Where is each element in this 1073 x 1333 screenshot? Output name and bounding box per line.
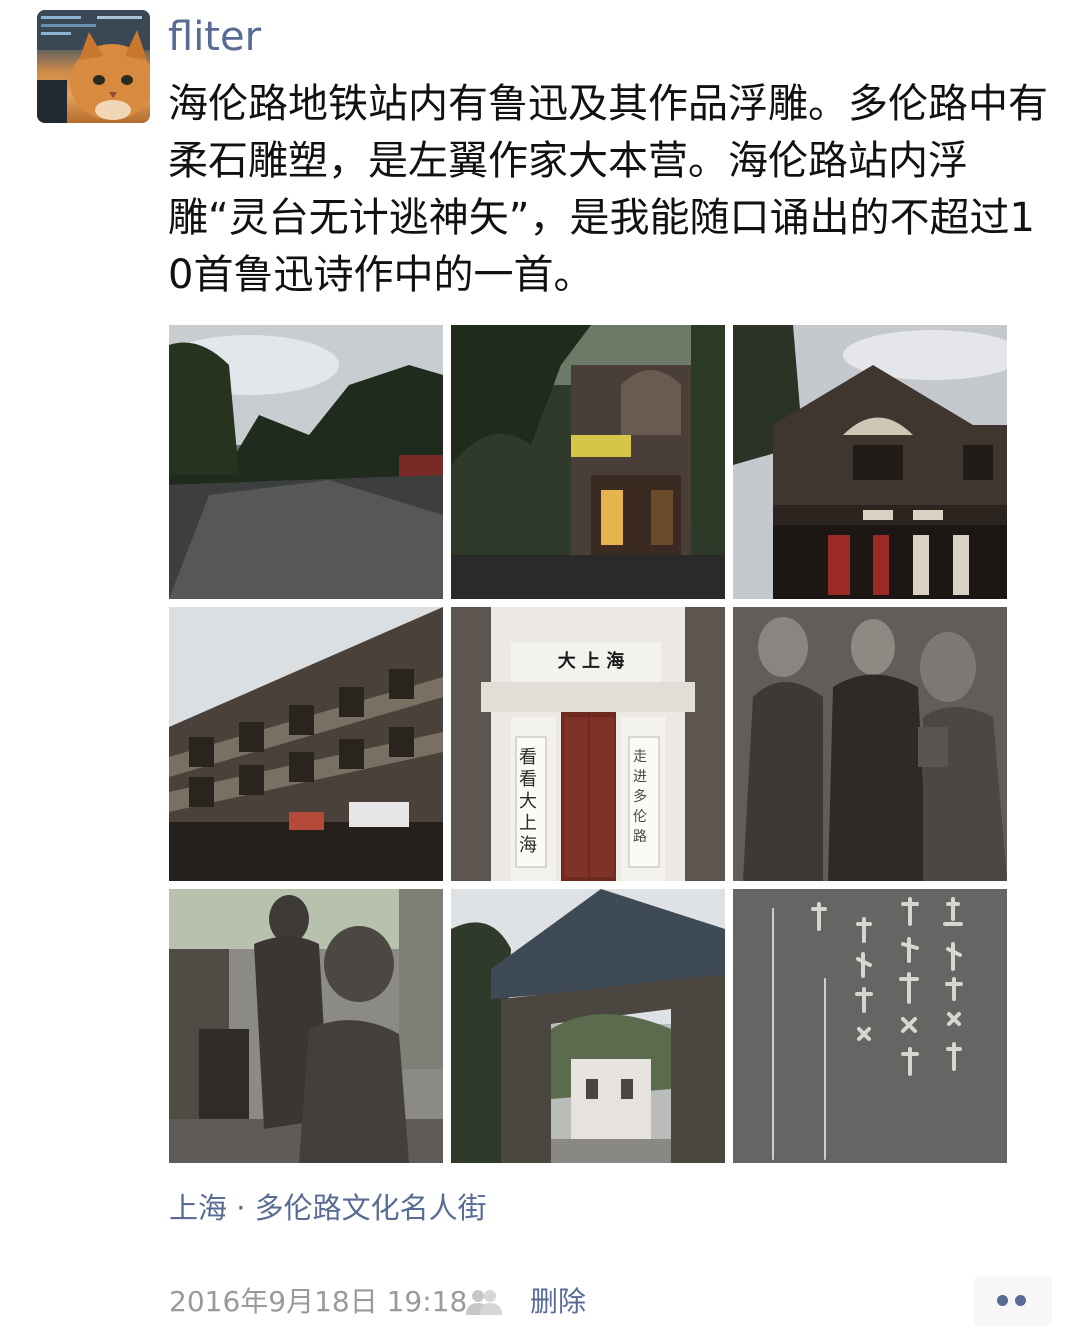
- gate-couplet-left: 看看大上海: [519, 747, 537, 856]
- street-photo: [169, 325, 443, 599]
- photo-grid: 大 上 海 看看大上海 走进多伦路: [169, 325, 1008, 1163]
- relief-sculpture-photo: [733, 607, 1007, 881]
- more-dots-icon: [1015, 1295, 1026, 1306]
- author-name[interactable]: fliter: [168, 12, 261, 62]
- photo-3[interactable]: [733, 325, 1007, 599]
- photo-9[interactable]: [733, 889, 1007, 1163]
- more-button[interactable]: [974, 1276, 1052, 1326]
- post-text: 海伦路地铁站内有鲁迅及其作品浮雕。多伦路中有柔石雕塑，是左翼作家大本营。海伦路站…: [168, 81, 1048, 298]
- post-timestamp: 2016年9月18日 19:18: [169, 1285, 468, 1318]
- storefront-photo: [733, 325, 1007, 599]
- arcade-building-photo: [169, 607, 443, 881]
- photo-5[interactable]: 大 上 海 看看大上海 走进多伦路: [451, 607, 725, 881]
- photo-4[interactable]: [169, 607, 443, 881]
- statues-photo: [169, 889, 443, 1163]
- archway-photo: [451, 889, 725, 1163]
- avatar-cat-image: [37, 10, 150, 123]
- friends-visibility-icon[interactable]: [464, 1287, 504, 1317]
- calligraphy-stone-photo: [733, 889, 1007, 1163]
- avatar[interactable]: [37, 10, 150, 123]
- photo-2[interactable]: [451, 325, 725, 599]
- photo-1[interactable]: [169, 325, 443, 599]
- photo-7[interactable]: [169, 889, 443, 1163]
- building-photo: [451, 325, 725, 599]
- photo-6[interactable]: [733, 607, 1007, 881]
- photo-8[interactable]: [451, 889, 725, 1163]
- more-dots-icon: [997, 1295, 1008, 1306]
- gate-photo: [451, 607, 725, 881]
- gate-signboard: 大 上 海: [557, 651, 625, 672]
- location-link[interactable]: 上海 · 多伦路文化名人街: [169, 1187, 487, 1229]
- gate-couplet-right: 走进多伦路: [633, 749, 647, 845]
- delete-button[interactable]: 删除: [530, 1281, 586, 1323]
